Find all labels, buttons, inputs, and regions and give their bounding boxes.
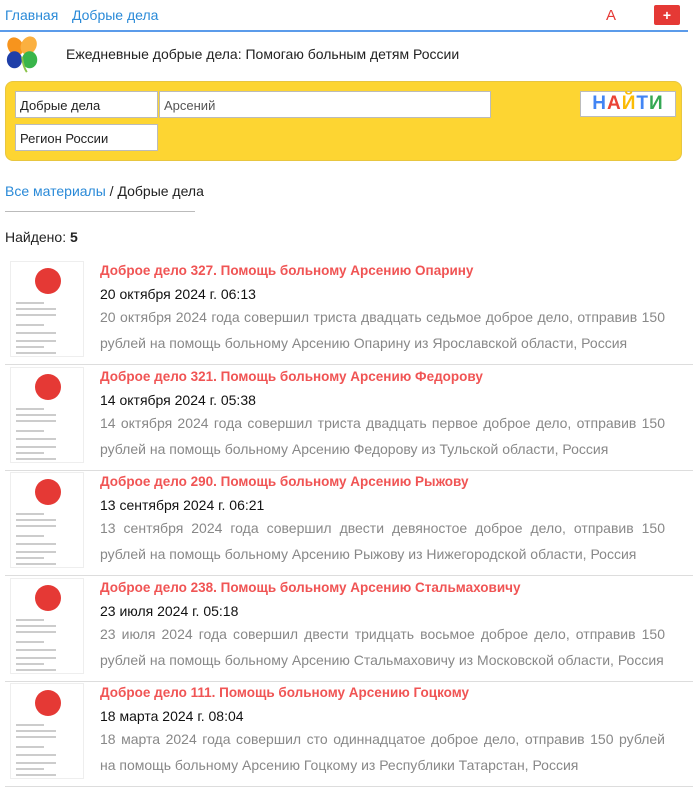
divider	[5, 211, 195, 212]
thumb-line	[16, 413, 56, 416]
thumb-line	[16, 551, 56, 553]
receipt-thumbnail[interactable]	[10, 366, 84, 463]
receipt-thumbnail[interactable]	[10, 472, 84, 568]
item-title-link[interactable]: Доброе дело 290. Помощь больному Арсению…	[100, 474, 469, 489]
list-item: Доброе дело 290. Помощь больному Арсению…	[5, 470, 693, 576]
thumb-line	[16, 624, 56, 627]
btn-letter: Т	[636, 93, 650, 114]
btn-letter: А	[607, 93, 622, 114]
thumb-line	[16, 314, 56, 316]
thumb-line	[16, 768, 44, 770]
site-tagline: Ежедневные добрые дела: Помогаю больным …	[66, 46, 460, 62]
thumb-line	[16, 419, 56, 422]
item-description: 23 июля 2024 года совершил двести тридца…	[100, 625, 665, 668]
item-date: 23 июля 2024 г. 05:18	[100, 602, 239, 619]
thumb-line	[16, 352, 56, 354]
btn-letter: И	[649, 93, 664, 114]
item-title-link[interactable]: Доброе дело 111. Помощь больному Арсению…	[100, 685, 469, 700]
receipt-thumbnail[interactable]	[10, 683, 84, 779]
thumb-line	[16, 557, 44, 559]
list-item: Доброе дело 111. Помощь больному Арсению…	[5, 681, 693, 787]
thumb-line	[16, 451, 44, 454]
list-item: Доброе дело 321. Помощь больному Арсению…	[5, 365, 693, 471]
thumb-line	[16, 332, 56, 334]
item-title-link[interactable]: Доброе дело 327. Помощь больному Арсению…	[100, 263, 473, 278]
found-label: Найдено:	[5, 229, 70, 245]
category-select[interactable]: Добрые дела	[15, 91, 158, 118]
thumb-line	[16, 754, 56, 756]
thumb-line	[16, 762, 56, 764]
breadcrumb-all-link[interactable]: Все материалы	[5, 183, 106, 199]
list-item: Доброе дело 238. Помощь больному Арсению…	[5, 576, 693, 682]
thumb-line	[16, 563, 56, 565]
thumb-line	[16, 308, 56, 310]
nav-home-link[interactable]: Главная	[5, 7, 58, 23]
clover-logo-icon[interactable]	[4, 36, 42, 74]
thumb-line	[16, 668, 56, 671]
charity-logo-icon	[35, 268, 61, 294]
charity-logo-icon	[35, 690, 61, 716]
thumb-line	[16, 445, 56, 448]
thumb-line	[16, 630, 56, 633]
thumb-line	[16, 543, 56, 545]
thumb-line	[16, 648, 56, 651]
charity-logo-icon	[35, 373, 61, 400]
list-item: Доброе дело 327. Помощь больному Арсению…	[5, 259, 693, 365]
thumb-line	[16, 519, 56, 521]
thumb-line	[16, 302, 44, 304]
charity-logo-icon	[35, 479, 61, 505]
thumb-line	[16, 736, 56, 738]
btn-letter: Й	[621, 93, 637, 114]
thumb-line	[16, 437, 56, 440]
item-date: 18 марта 2024 г. 08:04	[100, 708, 244, 724]
item-title-link[interactable]: Доброе дело 238. Помощь больному Арсению…	[100, 580, 520, 595]
item-date: 20 октября 2024 г. 06:13	[100, 286, 256, 302]
thumb-line	[16, 640, 44, 643]
font-size-toggle[interactable]: A	[606, 7, 616, 24]
search-button[interactable]: НАЙТИ	[580, 91, 676, 117]
breadcrumb-current: Добрые дела	[117, 183, 204, 199]
item-date: 13 сентября 2024 г. 06:21	[100, 497, 265, 513]
results-count: Найдено: 5	[5, 229, 78, 245]
item-description: 20 октября 2024 года совершил триста два…	[100, 309, 665, 351]
thumb-line	[16, 407, 44, 410]
thumb-line	[16, 535, 44, 537]
receipt-thumbnail[interactable]	[10, 261, 84, 357]
thumb-line	[16, 662, 44, 665]
thumb-line	[16, 525, 56, 527]
thumb-line	[16, 618, 44, 621]
thumb-line	[16, 774, 56, 776]
item-description: 14 октября 2024 года совершил триста два…	[100, 414, 665, 457]
top-nav: Главная Добрые дела A +	[0, 0, 688, 32]
receipt-thumbnail[interactable]	[10, 577, 84, 674]
found-count: 5	[69, 229, 78, 245]
thumb-line	[16, 730, 56, 732]
thumb-line	[16, 340, 56, 342]
breadcrumb: Все материалы / Добрые дела	[5, 183, 204, 199]
item-date: 14 октября 2024 г. 05:38	[100, 391, 256, 408]
thumb-line	[16, 656, 56, 659]
item-description: 18 марта 2024 года совершил сто одиннадц…	[100, 731, 665, 773]
thumb-line	[16, 746, 44, 748]
thumb-line	[16, 513, 44, 515]
thumb-line	[16, 457, 56, 460]
charity-logo-icon	[35, 584, 61, 611]
thumb-line	[16, 324, 44, 326]
thumb-line	[16, 429, 44, 432]
search-panel: Добрые дела Арсений Регион России НАЙТИ	[5, 81, 682, 161]
region-select[interactable]: Регион России	[15, 124, 158, 151]
item-title-link[interactable]: Доброе дело 321. Помощь больному Арсению…	[100, 369, 483, 384]
btn-letter: Н	[592, 93, 608, 114]
search-input[interactable]: Арсений	[159, 91, 491, 118]
nav-good-deeds-link[interactable]: Добрые дела	[72, 7, 158, 23]
thumb-line	[16, 724, 44, 726]
thumb-line	[16, 346, 44, 348]
item-description: 13 сентября 2024 года совершил двести де…	[100, 520, 665, 562]
add-button[interactable]: +	[654, 5, 680, 25]
breadcrumb-separator: /	[105, 183, 118, 199]
